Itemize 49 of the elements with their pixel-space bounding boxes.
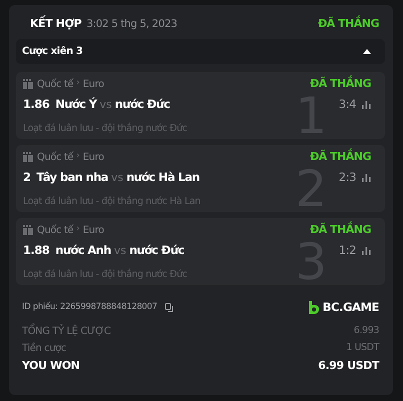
payout-value: 6.99 USDT: [318, 358, 379, 374]
caret-icon[interactable]: [363, 48, 371, 54]
league-icon: [23, 152, 33, 162]
parlay-label: Cược xiên 3: [22, 44, 83, 59]
league-icon: [23, 225, 33, 235]
league-name: Quốc tế: [37, 78, 74, 92]
score: 2:3: [338, 169, 356, 186]
home-team: Nước Ý: [55, 96, 97, 114]
odds: 2: [23, 169, 31, 186]
away-team: nước Hà Lan: [126, 169, 200, 186]
leg-status: ĐÃ THẮNG: [310, 76, 371, 92]
away-team: nước Đức: [129, 242, 184, 260]
logo-icon: [308, 300, 319, 314]
tournament-name: Euro: [82, 78, 104, 92]
result-label: YOU WON: [22, 358, 80, 374]
home-team: nước Anh: [55, 242, 111, 260]
odds: 1.88: [23, 242, 50, 260]
bet-status: ĐÃ THẮNG: [318, 16, 379, 32]
separator-icon: ›: [76, 223, 80, 237]
ticket-id: ID phiếu: 2265998788848128007: [22, 301, 158, 314]
versus-label: vs: [114, 243, 126, 260]
summary-value: 1 USDT: [346, 341, 379, 356]
stats-icon[interactable]: [362, 174, 371, 182]
versus-label: vs: [111, 170, 124, 186]
league-name: Quốc tế: [37, 150, 74, 164]
tournament-name: Euro: [82, 224, 104, 238]
score: 1:2: [338, 242, 356, 260]
bet-datetime: 3:02 5 thg 5, 2023: [86, 17, 178, 32]
stats-icon[interactable]: [362, 247, 371, 255]
away-team: nước Đức: [114, 96, 170, 114]
parlay-header[interactable]: Cược xiên 3: [16, 38, 385, 64]
league-icon: [23, 79, 33, 89]
league-name: Quốc tế: [37, 224, 74, 238]
score: 3:4: [338, 96, 356, 114]
tournament-name: Euro: [82, 150, 104, 164]
summary-label: Tiền cược: [22, 342, 66, 356]
leg-status: ĐÃ THẮNG: [310, 148, 371, 165]
home-team: Tây ban nha: [36, 169, 108, 186]
odds: 1.86: [23, 96, 50, 114]
summary-label: TỔNG TỶ LỆ CƯỢC: [22, 324, 111, 339]
separator-icon: ›: [76, 150, 80, 164]
separator-icon: ›: [76, 77, 80, 91]
leg-status: ĐÃ THẮNG: [310, 222, 371, 238]
stats-icon[interactable]: [362, 101, 371, 109]
copy-icon[interactable]: [165, 302, 174, 312]
bet-type-title: KẾT HỢP: [30, 16, 82, 32]
versus-label: vs: [100, 97, 112, 114]
brand-name: BC.GAME: [322, 298, 379, 316]
summary-value: 6.993: [354, 324, 379, 338]
